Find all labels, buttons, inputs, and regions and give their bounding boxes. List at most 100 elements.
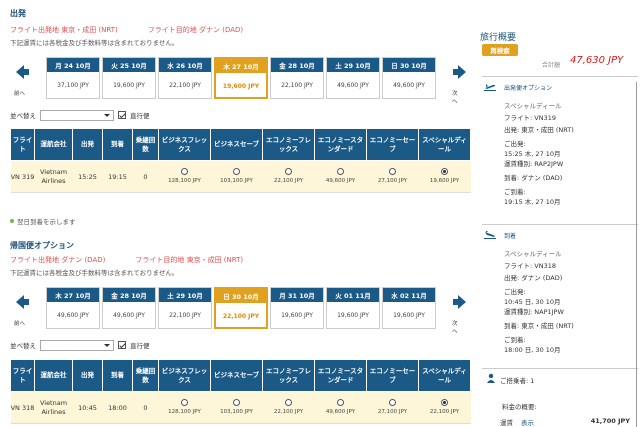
- fare-price: 103,100 JPY: [220, 178, 253, 185]
- column-header: エコノミースタンダード: [314, 359, 367, 392]
- table-row[interactable]: VN 319 Vietnam Airlines 15:25 19:15 0 128,100…: [10, 160, 471, 193]
- fare-option[interactable]: 27,100 JPY: [366, 160, 419, 193]
- stops: 0: [132, 391, 159, 424]
- summary-line: ご出発:: [504, 140, 526, 148]
- inbound-to: フライト目的地 東京・成田 (NRT): [135, 256, 244, 264]
- fare-option[interactable]: 22,100 JPY: [418, 391, 471, 424]
- next-arrow-icon[interactable]: [452, 63, 470, 81]
- date-option[interactable]: 火 25 10月 19,600 JPY: [102, 57, 156, 99]
- fare-radio[interactable]: [233, 399, 240, 407]
- column-header: フライト: [10, 128, 35, 161]
- fare-option[interactable]: 27,100 JPY: [366, 391, 419, 424]
- sort-select[interactable]: [40, 109, 114, 121]
- date-option[interactable]: 日 30 10月 49,600 JPY: [382, 57, 436, 99]
- fare-price: 22,100 JPY: [273, 178, 304, 185]
- next-label[interactable]: 次へ: [452, 89, 458, 105]
- date-option[interactable]: 月 31 10月 19,600 JPY: [270, 287, 324, 329]
- date-label: 木 27 10月: [47, 288, 99, 302]
- summary-title: 旅行概要: [480, 33, 517, 43]
- summary-line: ご到着:: [504, 336, 526, 344]
- date-price: 22,100 JPY: [169, 81, 201, 89]
- fare-option[interactable]: 103,100 JPY: [210, 160, 263, 193]
- date-option[interactable]: 木 27 10月 49,600 JPY: [46, 287, 100, 329]
- fare-radio[interactable]: [441, 399, 448, 407]
- next-label[interactable]: 次へ: [452, 319, 458, 335]
- fare-option[interactable]: 22,100 JPY: [262, 391, 315, 424]
- direct-checkbox[interactable]: [118, 111, 126, 119]
- summary-line: 到着: 東京・成田 (NRT): [504, 322, 574, 330]
- inbound-datebar: 前へ 木 27 10月 49,600 JPY 金 28 10月 49,600 JPY 土…: [14, 287, 466, 335]
- stops: 0: [132, 160, 159, 193]
- date-option[interactable]: 日 30 10月 22,100 JPY: [214, 287, 268, 329]
- column-header: ビジネスフレックス: [158, 128, 211, 161]
- sort-label: 並べ替え: [10, 342, 36, 350]
- inbound-flight-table: フライト 運航会社 出発 到着 乗継回数 ビジネスフレックス ビジネスセーブ エコノミーフレッ…: [10, 359, 471, 424]
- fare-radio[interactable]: [285, 399, 292, 407]
- fare-radio[interactable]: [337, 168, 344, 176]
- date-option[interactable]: 土 29 10月 22,100 JPY: [158, 287, 212, 329]
- fare-radio[interactable]: [441, 168, 448, 176]
- fare-radio[interactable]: [181, 168, 188, 176]
- fare-option[interactable]: 49,600 JPY: [314, 160, 367, 193]
- date-option[interactable]: 木 27 10月 19,600 JPY: [214, 57, 268, 99]
- date-option[interactable]: 火 01 11月 19,600 JPY: [326, 287, 380, 329]
- date-label: 金 28 10月: [103, 288, 155, 302]
- fare-summary-label: 料金の概要:: [502, 403, 537, 411]
- total-amount: 47,630 JPY: [570, 55, 624, 66]
- column-header: スペシャルディール: [418, 359, 471, 392]
- fare-radio[interactable]: [337, 399, 344, 407]
- arrival-time: 18:00: [102, 391, 133, 424]
- date-option[interactable]: 金 28 10月 22,100 JPY: [270, 57, 324, 99]
- departure-plane-icon: [484, 82, 496, 92]
- column-header: エコノミースタンダード: [314, 128, 367, 161]
- next-day-dot-icon: [10, 219, 14, 223]
- fare-option[interactable]: 22,100 JPY: [262, 160, 315, 193]
- prev-label[interactable]: 前へ: [14, 319, 25, 327]
- summary-line: 運賃種別: RAP2JPW: [504, 160, 564, 168]
- outbound-flight-table: フライト 運航会社 出発 到着 乗継回数 ビジネスフレックス ビジネスセーブ エコノミーフレッ…: [10, 128, 471, 193]
- summary-line: フライト: VN319: [504, 114, 556, 122]
- sort-select[interactable]: [40, 339, 114, 351]
- divider: [482, 76, 638, 77]
- date-option[interactable]: 月 24 10月 37,100 JPY: [46, 57, 100, 99]
- date-option[interactable]: 土 29 10月 49,600 JPY: [326, 57, 380, 99]
- prev-arrow-icon[interactable]: [12, 63, 30, 81]
- fare-option[interactable]: 128,100 JPY: [158, 160, 211, 193]
- date-price: 19,600 JPY: [222, 82, 260, 90]
- date-price: 37,100 JPY: [57, 81, 89, 89]
- flight-number: VN 319: [10, 160, 35, 193]
- summary-line: 出発: 東京・成田 (NRT): [504, 126, 574, 134]
- date-label: 金 28 10月: [271, 58, 323, 72]
- prev-label[interactable]: 前へ: [14, 89, 25, 97]
- date-option[interactable]: 水 02 11月 19,600 JPY: [382, 287, 436, 329]
- research-button[interactable]: 再検索: [482, 44, 518, 56]
- prev-arrow-icon[interactable]: [12, 293, 30, 311]
- outbound-datebar: 前へ 月 24 10月 37,100 JPY 火 25 10月 19,600 JPY 水…: [14, 57, 466, 105]
- sort-label: 並べ替え: [10, 112, 36, 120]
- fare-option[interactable]: 103,100 JPY: [210, 391, 263, 424]
- fare-option[interactable]: 19,600 JPY: [418, 160, 471, 193]
- airline: Vietnam Airlines: [34, 160, 73, 193]
- direct-checkbox[interactable]: [118, 341, 126, 349]
- fare-radio[interactable]: [233, 168, 240, 176]
- summary-line: ご出発:: [504, 288, 526, 296]
- legend-text: 翌日到着を示します: [17, 218, 76, 226]
- fare-radio[interactable]: [389, 168, 396, 176]
- date-option[interactable]: 金 28 10月 49,600 JPY: [102, 287, 156, 329]
- fare-option[interactable]: 49,600 JPY: [314, 391, 367, 424]
- show-link[interactable]: 表示: [521, 419, 534, 427]
- date-option[interactable]: 水 26 10月 22,100 JPY: [158, 57, 212, 99]
- outbound-title: 出発: [10, 9, 26, 18]
- inbound-sort: 並べ替え 直行便: [10, 339, 150, 351]
- legend: 翌日到着を示します: [10, 216, 76, 226]
- summary-line: スペシャルディール: [504, 102, 562, 110]
- next-arrow-icon[interactable]: [452, 293, 470, 311]
- flight-selection: 出発 フライト出発地 東京・成田 (NRT) フライト目的地 ダナン (DAD) …: [0, 0, 474, 427]
- fare-radio[interactable]: [181, 399, 188, 407]
- fare-radio[interactable]: [389, 399, 396, 407]
- table-row[interactable]: VN 318 Vietnam Airlines 10:45 18:00 0 128,100…: [10, 391, 471, 424]
- fare-radio[interactable]: [285, 168, 292, 176]
- date-label: 火 25 10月: [103, 58, 155, 72]
- column-header: 出発: [72, 128, 103, 161]
- fare-option[interactable]: 128,100 JPY: [158, 391, 211, 424]
